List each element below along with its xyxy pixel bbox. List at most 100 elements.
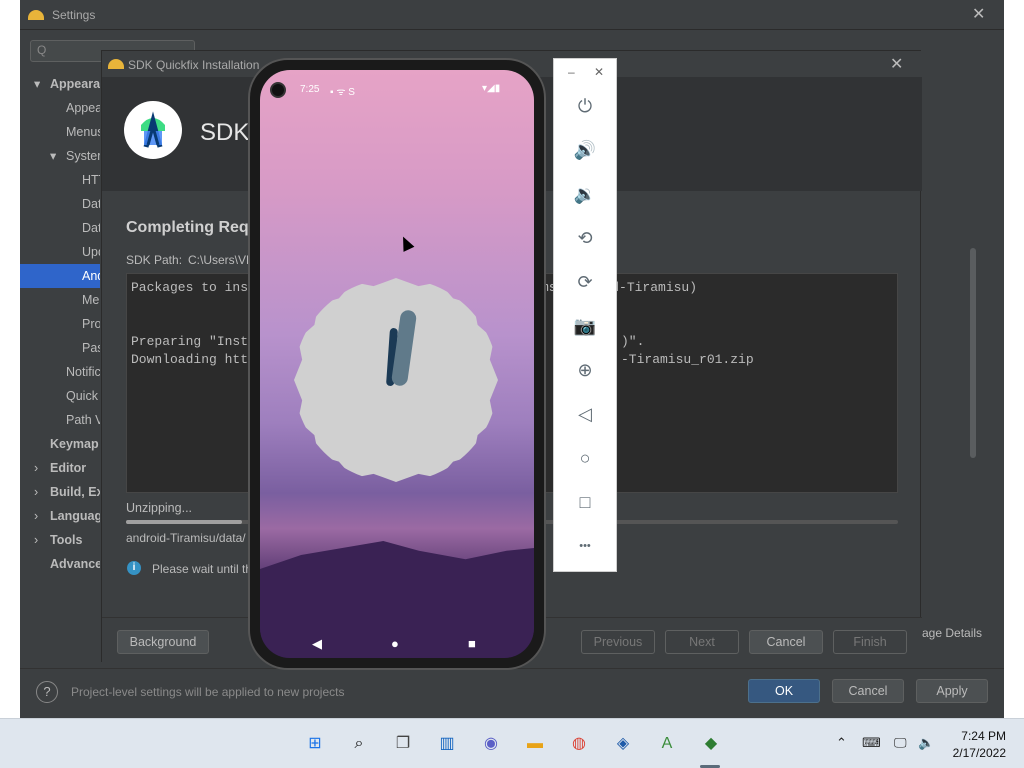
info-icon: i — [127, 561, 141, 575]
settings-tree-item[interactable]: Pass — [82, 336, 100, 360]
sdk-dialog-title: SDK Quickfix Installation — [128, 58, 260, 72]
chrome-icon[interactable]: ◍ — [566, 731, 592, 757]
rotate-left-icon[interactable]: ⟲ — [572, 225, 598, 251]
zoom-icon[interactable]: ⊕ — [572, 357, 598, 383]
sdk-heading: SDK — [200, 119, 250, 146]
minimize-icon[interactable]: – — [568, 65, 575, 79]
settings-tree-item[interactable]: Tools — [50, 528, 100, 552]
search-icon: Q — [37, 43, 47, 57]
rotate-right-icon[interactable]: ⟳ — [572, 269, 598, 295]
ide-background-right — [1004, 0, 1024, 718]
tree-expand-arrow-icon[interactable]: › — [34, 456, 38, 480]
settings-tree-item[interactable]: Keymap — [50, 432, 100, 456]
overview-icon[interactable]: □ — [572, 489, 598, 515]
next-button[interactable]: Next — [665, 630, 739, 654]
settings-tree-item[interactable]: Date — [82, 216, 100, 240]
windows-taskbar: ⊞ ⌕ ❐ ▥ ◉ ▬ ◍ ◈ A ◆ ⌃ ⌨ 🖵 🔈 7:24 PM 2/17/2022 — [0, 718, 1024, 768]
file-explorer-icon[interactable]: ▬ — [522, 731, 548, 757]
log-line: Packages to ins — [131, 280, 249, 295]
close-icon[interactable]: ✕ — [594, 65, 604, 79]
task-view-icon[interactable]: ❐ — [390, 731, 416, 757]
more-icon[interactable]: ••• — [572, 533, 598, 559]
phone-recents-icon[interactable]: ■ — [468, 636, 476, 651]
search-icon[interactable]: ⌕ — [346, 731, 372, 757]
taskbar-clock-time[interactable]: 7:24 PM — [956, 729, 1006, 743]
emulator-screen[interactable]: 7:25 ▪ ᯤ S ▾◢▮ ◀ ● ■ — [260, 70, 534, 658]
previous-button[interactable]: Previous — [581, 630, 655, 654]
emulator-toolbar: – ✕ ⏻ 🔊 🔉 ⟲ ⟳ 📷 ⊕ ◁ ○ □ ••• — [553, 58, 617, 572]
tray-chevron-icon[interactable]: ⌃ — [836, 735, 847, 751]
ok-button[interactable]: OK — [748, 679, 820, 703]
settings-close-icon[interactable]: ✕ — [972, 4, 985, 24]
phone-home-icon[interactable]: ● — [391, 636, 399, 651]
settings-tree-item[interactable]: Data — [82, 192, 100, 216]
settings-titlebar: Settings ✕ — [20, 0, 1004, 30]
log-line: Downloading htt — [131, 352, 249, 367]
settings-tree-item[interactable]: Path Va — [66, 408, 100, 432]
settings-tree-item[interactable]: Build, Exe — [50, 480, 100, 504]
phone-clock: 7:25 — [300, 84, 320, 95]
home-icon[interactable]: ○ — [572, 445, 598, 471]
camera-icon[interactable]: 📷 — [572, 313, 598, 339]
help-icon[interactable]: ? — [36, 681, 58, 703]
package-details-label[interactable]: age Details — [922, 626, 982, 640]
volume-down-icon[interactable]: 🔉 — [572, 181, 598, 207]
tree-expand-arrow-icon[interactable]: › — [34, 528, 38, 552]
keyboard-icon[interactable]: ⌨ — [862, 735, 881, 751]
sdk-dialog-close-icon[interactable]: ✕ — [890, 54, 903, 74]
settings-tree-item[interactable]: Upd — [82, 240, 100, 264]
settings-tree-item[interactable]: Language — [50, 504, 100, 528]
volume-icon[interactable]: 🔈 — [918, 735, 934, 751]
phone-back-icon[interactable]: ◀ — [312, 636, 322, 652]
sdk-cancel-button[interactable]: Cancel — [749, 630, 823, 654]
front-camera-icon — [270, 82, 286, 98]
taskbar-clock-date[interactable]: 2/17/2022 — [942, 746, 1006, 760]
finish-button[interactable]: Finish — [833, 630, 907, 654]
settings-cancel-button[interactable]: Cancel — [832, 679, 904, 703]
sdk-status-text: Unzipping... — [126, 501, 193, 515]
log-line: Preparing "Inst — [131, 334, 249, 349]
settings-tree-item[interactable]: Proc — [82, 312, 100, 336]
volume-up-icon[interactable]: 🔊 — [572, 137, 598, 163]
settings-tree-item[interactable]: Andr — [82, 264, 100, 288]
widgets-icon[interactable]: ▥ — [434, 731, 460, 757]
display-icon[interactable]: 🖵 — [894, 735, 907, 751]
background-button[interactable]: Background — [117, 630, 209, 654]
sdk-path-value: C:\Users\VM — [188, 253, 257, 267]
log-line: )". — [621, 334, 645, 349]
power-icon[interactable]: ⏻ — [572, 93, 598, 119]
emulator-phone-frame: 7:25 ▪ ᯤ S ▾◢▮ ◀ ● ■ — [248, 58, 546, 670]
start-icon[interactable]: ⊞ — [302, 731, 328, 757]
settings-tree-item[interactable]: System — [66, 144, 100, 168]
virtualbox-icon[interactable]: ◈ — [610, 731, 636, 757]
log-line: -Tiramisu_r01.zip — [621, 352, 754, 367]
settings-tree-item[interactable]: Quick L — [66, 384, 100, 408]
settings-tree-item[interactable]: Appearance — [50, 72, 100, 96]
phone-nav-bar: ◀ ● ■ — [260, 632, 534, 658]
settings-title: Settings — [52, 8, 96, 22]
emulator-icon[interactable]: ◆ — [698, 731, 724, 757]
settings-scrollbar[interactable] — [970, 248, 976, 458]
settings-bottom-hint: Project-level settings will be applied t… — [71, 685, 345, 699]
settings-tree-item[interactable]: Appearance — [66, 96, 100, 120]
ide-background-left — [0, 0, 22, 718]
settings-tree-item[interactable]: Advanced — [50, 552, 100, 576]
sdk-current-file: android-Tiramisu/data/ — [126, 531, 246, 545]
settings-tree-item[interactable]: Menus — [66, 120, 100, 144]
apply-button[interactable]: Apply — [916, 679, 988, 703]
tree-expand-arrow-icon[interactable]: ▾ — [50, 144, 56, 168]
settings-tree-item[interactable]: Mem — [82, 288, 100, 312]
settings-bottom-bar: ? Project-level settings will be applied… — [20, 668, 1004, 718]
tree-expand-arrow-icon[interactable]: ▾ — [34, 72, 40, 96]
tree-expand-arrow-icon[interactable]: › — [34, 504, 38, 528]
sdk-path-label: SDK Path: — [126, 253, 183, 267]
tree-expand-arrow-icon[interactable]: › — [34, 480, 38, 504]
settings-tree-item[interactable]: Editor — [50, 456, 100, 480]
teams-chat-icon[interactable]: ◉ — [478, 731, 504, 757]
sdk-sub-heading: Completing Req — [126, 219, 249, 236]
settings-tree-item[interactable]: HTT — [82, 168, 100, 192]
back-icon[interactable]: ◁ — [572, 401, 598, 427]
settings-tree-item[interactable]: Notific — [66, 360, 100, 384]
android-studio-icon[interactable]: A — [654, 731, 680, 757]
android-studio-logo-icon — [28, 10, 44, 20]
